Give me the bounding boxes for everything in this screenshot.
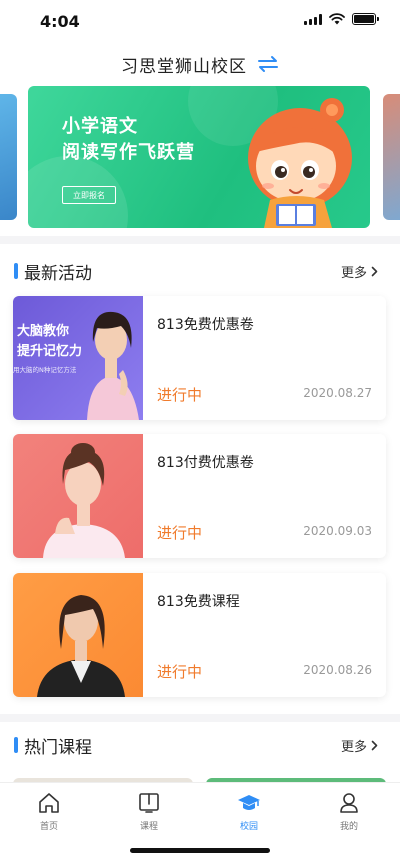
person-illustration — [87, 311, 139, 420]
activity-status: 进行中 — [157, 663, 203, 681]
activity-title: 813付费优惠卷 — [157, 455, 254, 471]
home-icon — [39, 793, 59, 813]
activity-card[interactable]: 813付费优惠卷 进行中 2020.09.03 — [13, 434, 386, 558]
banner-prev-slide[interactable] — [0, 94, 17, 220]
status-time: 4:04 — [40, 12, 80, 31]
book-icon — [139, 793, 159, 813]
banner-carousel[interactable]: 小学语文 阅读写作飞跃营 立即报名 — [0, 86, 400, 228]
mascot-illustration — [248, 98, 352, 228]
status-icons — [304, 13, 379, 25]
tab-label: 我的 — [339, 822, 358, 832]
tab-label: 校园 — [239, 822, 258, 832]
activity-card[interactable]: 813免费课程 进行中 2020.08.26 — [13, 573, 386, 697]
more-label: 更多 — [340, 739, 367, 755]
activity-status: 进行中 — [157, 524, 203, 542]
activity-thumbnail: 大脑教你 提升记忆力 用大脑的N种记忆方法 — [13, 296, 143, 420]
activities-section-header: 最新活动 更多 — [0, 256, 400, 286]
campus-title: 习思堂狮山校区 — [121, 56, 247, 77]
chevron-right-icon — [371, 266, 378, 276]
switch-campus-icon[interactable] — [257, 55, 279, 73]
banner-slide[interactable]: 小学语文 阅读写作飞跃营 立即报名 — [28, 86, 370, 228]
hot-courses-section-header: 热门课程 更多 — [0, 730, 400, 760]
activity-date: 2020.08.27 — [303, 386, 372, 400]
profile-icon — [340, 793, 358, 813]
tab-label: 首页 — [39, 822, 58, 832]
tab-home[interactable]: 首页 — [14, 791, 84, 832]
activities-more-link[interactable]: 更多 — [341, 262, 378, 281]
hot-courses-more-link[interactable]: 更多 — [341, 736, 378, 755]
section-divider — [0, 714, 400, 722]
person-illustration — [37, 595, 125, 697]
home-indicator — [130, 848, 270, 853]
banner-next-slide[interactable] — [383, 94, 400, 220]
thumbnail-text: 大脑教你 — [17, 324, 70, 339]
campus-header: 习思堂狮山校区 — [0, 48, 400, 80]
activities-title: 最新活动 — [24, 263, 92, 284]
activity-title: 813免费课程 — [157, 594, 240, 610]
tab-campus[interactable]: 校园 — [214, 791, 284, 832]
section-accent-bar — [14, 737, 18, 753]
activity-date: 2020.09.03 — [303, 524, 372, 538]
chevron-right-icon — [371, 740, 378, 750]
thumbnail-text: 用大脑的N种记忆方法 — [13, 366, 77, 374]
activity-thumbnail — [13, 434, 143, 558]
thumbnail-text: 提升记忆力 — [17, 344, 83, 359]
activity-date: 2020.08.26 — [303, 663, 372, 677]
tab-profile[interactable]: 我的 — [314, 791, 384, 832]
status-bar: 4:04 — [0, 0, 400, 44]
activity-card[interactable]: 大脑教你 提升记忆力 用大脑的N种记忆方法 813免费优惠卷 进行中 2020.… — [13, 296, 386, 420]
activity-title: 813免费优惠卷 — [157, 317, 254, 333]
hot-courses-title: 热门课程 — [24, 737, 92, 758]
graduation-cap-icon — [238, 795, 260, 810]
activity-thumbnail — [13, 573, 143, 697]
battery-icon — [352, 13, 379, 25]
tab-courses[interactable]: 课程 — [114, 791, 184, 832]
tab-label: 课程 — [139, 822, 158, 832]
more-label: 更多 — [340, 265, 367, 281]
banner-signup-button[interactable]: 立即报名 — [62, 186, 116, 204]
banner-title-line2: 阅读写作飞跃营 — [62, 142, 195, 163]
activity-status: 进行中 — [157, 386, 203, 404]
banner-title-line1: 小学语文 — [62, 116, 138, 137]
section-accent-bar — [14, 263, 18, 279]
signal-icon — [304, 13, 322, 25]
person-illustration — [43, 443, 125, 558]
section-divider — [0, 236, 400, 244]
wifi-icon — [329, 13, 345, 25]
